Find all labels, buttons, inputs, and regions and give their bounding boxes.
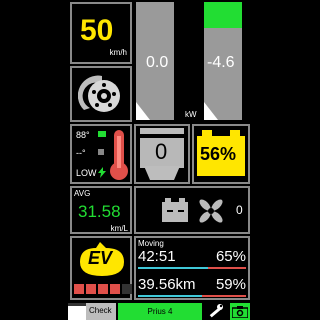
battery-tile[interactable]: 56% bbox=[192, 124, 250, 184]
engine-value: 0 bbox=[155, 139, 168, 164]
moving-distance-percent: 59% bbox=[215, 276, 246, 293]
speed-tile[interactable]: 50 km/h bbox=[70, 2, 132, 64]
brake-disc-icon bbox=[78, 75, 120, 112]
engine-tile[interactable]: 0 bbox=[134, 124, 190, 184]
ev-segments bbox=[74, 284, 132, 294]
temp-mid-indicator bbox=[98, 149, 104, 155]
check-label: Check bbox=[89, 306, 112, 315]
engine-icon bbox=[144, 166, 180, 180]
camera-button[interactable] bbox=[230, 303, 250, 320]
ev-segment bbox=[98, 284, 108, 294]
vehicle-label: Prius 4 bbox=[147, 307, 173, 316]
average-unit: km/L bbox=[110, 224, 128, 233]
temp-low-label: LOW bbox=[76, 168, 97, 178]
battery-percent: 56% bbox=[200, 144, 237, 164]
battery-small-icon bbox=[162, 198, 188, 222]
moving-distance: 39.56km bbox=[138, 276, 196, 293]
speed-value: 50 bbox=[80, 14, 114, 47]
ev-segment bbox=[122, 284, 132, 294]
camera-icon bbox=[232, 306, 248, 318]
engine-cap bbox=[140, 128, 184, 134]
settings-button[interactable] bbox=[204, 303, 228, 320]
moving-label: Moving bbox=[138, 239, 164, 248]
ev-segment bbox=[110, 284, 120, 294]
moving-tile[interactable]: Moving 42:51 65% 39.56km 59% bbox=[134, 236, 250, 300]
moving-time-fill bbox=[138, 267, 208, 269]
temperature-tile[interactable]: 88° --° LOW bbox=[70, 124, 132, 184]
moving-distance-fill bbox=[138, 295, 202, 297]
vehicle-button[interactable]: Prius 4 bbox=[118, 303, 202, 320]
wrench-icon bbox=[209, 304, 223, 318]
ev-tile[interactable]: EV bbox=[70, 236, 132, 300]
speed-unit: km/h bbox=[109, 48, 127, 57]
check-button[interactable]: Check bbox=[86, 303, 116, 320]
brake-tile[interactable] bbox=[70, 66, 132, 122]
temp-mid-value: --° bbox=[76, 148, 86, 158]
moving-time: 42:51 bbox=[138, 248, 176, 265]
bolt-icon bbox=[98, 167, 106, 178]
power-bar-left-marker bbox=[136, 102, 150, 120]
power-right-value: -4.6 bbox=[207, 54, 235, 71]
moving-time-percent: 65% bbox=[215, 248, 246, 265]
ev-badge-label: EV bbox=[88, 248, 113, 268]
power-unit: kW bbox=[185, 110, 197, 119]
fan-icon bbox=[199, 199, 223, 223]
average-value: 31.58 bbox=[78, 202, 121, 221]
average-tile[interactable]: AVG 31.58 km/L bbox=[70, 186, 132, 234]
average-label: AVG bbox=[74, 189, 91, 198]
power-bar-right-green bbox=[204, 2, 242, 28]
check-indicator bbox=[68, 303, 86, 320]
fan-value: 0 bbox=[236, 203, 243, 217]
auxiliary-tile[interactable]: 0 bbox=[134, 186, 250, 234]
temp-top-value: 88° bbox=[76, 130, 90, 140]
ev-segment bbox=[74, 284, 84, 294]
power-bar-right-marker bbox=[204, 102, 218, 120]
ev-segment bbox=[86, 284, 96, 294]
temp-top-indicator bbox=[98, 131, 106, 137]
thermometer-icon bbox=[110, 130, 128, 180]
power-left-value: 0.0 bbox=[146, 54, 169, 71]
